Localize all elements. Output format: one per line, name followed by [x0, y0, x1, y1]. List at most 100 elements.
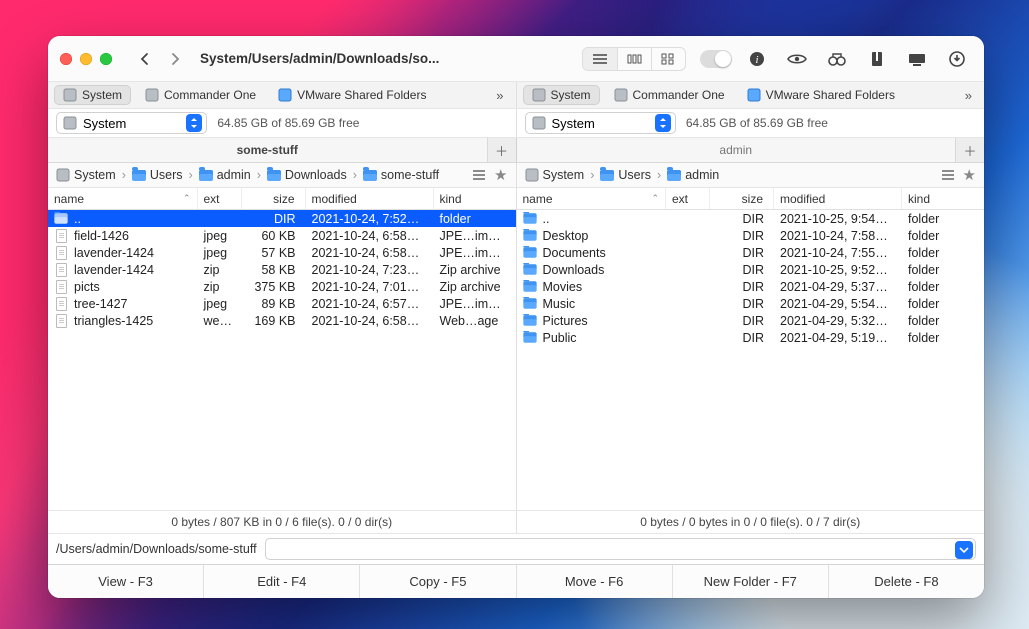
table-row[interactable]: lavender-1424zip58 KB2021-10-24, 7:23…Zi…: [48, 261, 516, 278]
edit-button[interactable]: Edit - F4: [204, 565, 360, 598]
table-row[interactable]: PicturesDIR2021-04-29, 5:32…folder: [517, 312, 985, 329]
file-ext: jpeg: [198, 246, 242, 260]
col-name[interactable]: name⌃: [517, 188, 667, 209]
file-modified: 2021-10-25, 9:54…: [774, 212, 902, 226]
file-modified: 2021-10-24, 7:01…: [306, 280, 434, 294]
col-kind[interactable]: kind: [434, 188, 516, 209]
file-modified: 2021-10-24, 6:58…: [306, 246, 434, 260]
table-row[interactable]: ..DIR2021-10-25, 9:54…folder: [517, 210, 985, 227]
search-button[interactable]: [822, 47, 852, 71]
volume-row: System 64.85 GB of 85.69 GB free System …: [48, 109, 984, 138]
col-size[interactable]: size: [242, 188, 306, 209]
folder-icon: [199, 170, 213, 181]
view-columns-button[interactable]: [617, 48, 651, 70]
col-ext[interactable]: ext: [198, 188, 242, 209]
toolbar-right: i: [582, 47, 972, 71]
favorite-vmware-shared-folders[interactable]: VMware Shared Folders: [270, 86, 434, 104]
breadcrumb-item[interactable]: System: [525, 168, 585, 182]
favorite-commander-one[interactable]: Commander One: [606, 86, 733, 104]
col-name[interactable]: name⌃: [48, 188, 198, 209]
favorite-star-button[interactable]: ★: [494, 166, 507, 184]
favorites-overflow[interactable]: »: [959, 88, 978, 103]
archive-button[interactable]: [862, 47, 892, 71]
brief-mode-button[interactable]: [941, 169, 955, 181]
table-body-right[interactable]: ..DIR2021-10-25, 9:54…folderDesktopDIR20…: [517, 210, 985, 510]
status-right: 0 bytes / 0 bytes in 0 / 0 file(s). 0 / …: [516, 511, 985, 533]
favorite-system[interactable]: System: [523, 85, 600, 105]
view-thumbnails-button[interactable]: [651, 48, 685, 70]
connections-button[interactable]: [902, 47, 932, 71]
table-body-left[interactable]: ..DIR2021-10-24, 7:52…folderfield-1426jp…: [48, 210, 516, 510]
folder-icon: [523, 314, 537, 328]
file-kind: folder: [902, 229, 984, 243]
copy-button[interactable]: Copy - F5: [360, 565, 516, 598]
file-kind: Zip archive: [434, 263, 516, 277]
breadcrumb-item[interactable]: Downloads: [267, 168, 347, 182]
close-window-button[interactable]: [60, 53, 72, 65]
table-row[interactable]: DocumentsDIR2021-10-24, 7:55…folder: [517, 244, 985, 261]
file-size: DIR: [710, 297, 774, 311]
view-list-button[interactable]: [583, 48, 617, 70]
history-dropdown-button[interactable]: [955, 541, 973, 559]
col-mod[interactable]: modified: [774, 188, 902, 209]
volume-dropdown-right[interactable]: System: [525, 112, 676, 134]
minimize-window-button[interactable]: [80, 53, 92, 65]
tab-right[interactable]: admin: [517, 138, 957, 162]
brief-mode-button[interactable]: [472, 169, 486, 181]
table-row[interactable]: MoviesDIR2021-04-29, 5:37…folder: [517, 278, 985, 295]
view-button[interactable]: View - F3: [48, 565, 204, 598]
breadcrumb-item[interactable]: Users: [132, 168, 183, 182]
dual-pane-toggle[interactable]: [700, 50, 732, 68]
table-row[interactable]: pictszip375 KB2021-10-24, 7:01…Zip archi…: [48, 278, 516, 295]
forward-button[interactable]: [162, 47, 188, 71]
file-kind: JPE…image: [434, 246, 516, 260]
move-button[interactable]: Move - F6: [517, 565, 673, 598]
table-row[interactable]: DesktopDIR2021-10-24, 7:58…folder: [517, 227, 985, 244]
favorites-row: System Commander One VMware Shared Folders…: [48, 82, 984, 109]
breadcrumb-item[interactable]: admin: [667, 168, 719, 182]
table-row[interactable]: tree-1427jpeg89 KB2021-10-24, 6:57…JPE…i…: [48, 295, 516, 312]
table-row[interactable]: MusicDIR2021-04-29, 5:54…folder: [517, 295, 985, 312]
file-icon: [54, 246, 68, 260]
info-button[interactable]: i: [742, 47, 772, 71]
back-button[interactable]: [132, 47, 158, 71]
favorite-system[interactable]: System: [54, 85, 131, 105]
breadcrumb-item[interactable]: some-stuff: [363, 168, 439, 182]
delete-button[interactable]: Delete - F8: [829, 565, 984, 598]
tab-left[interactable]: some-stuff: [48, 138, 488, 162]
new-tab-left[interactable]: ＋: [488, 138, 516, 162]
favorite-vmware-shared-folders[interactable]: VMware Shared Folders: [739, 86, 903, 104]
table-row[interactable]: ..DIR2021-10-24, 7:52…folder: [48, 210, 516, 227]
breadcrumb-item[interactable]: admin: [199, 168, 251, 182]
favorite-commander-one[interactable]: Commander One: [137, 86, 264, 104]
quicklook-button[interactable]: [782, 47, 812, 71]
breadcrumb-item[interactable]: Users: [600, 168, 651, 182]
col-mod[interactable]: modified: [306, 188, 434, 209]
file-name: Public: [543, 331, 577, 345]
status-left: 0 bytes / 807 KB in 0 / 6 file(s). 0 / 0…: [48, 511, 516, 533]
favorite-star-button[interactable]: ★: [963, 166, 976, 184]
file-name: Documents: [543, 246, 606, 260]
file-ext: we…: [198, 314, 242, 328]
table-row[interactable]: PublicDIR2021-04-29, 5:19…folder: [517, 329, 985, 346]
table-row[interactable]: lavender-1424jpeg57 KB2021-10-24, 6:58…J…: [48, 244, 516, 261]
queue-button[interactable]: [942, 47, 972, 71]
new-tab-right[interactable]: ＋: [956, 138, 984, 162]
table-row[interactable]: triangles-1425we…169 KB2021-10-24, 6:58……: [48, 312, 516, 329]
favorites-overflow[interactable]: »: [490, 88, 509, 103]
command-input[interactable]: [265, 538, 976, 560]
breadcrumb-item[interactable]: System: [56, 168, 116, 182]
favorites-left: System Commander One VMware Shared Folders…: [48, 82, 516, 108]
col-ext[interactable]: ext: [666, 188, 710, 209]
zoom-window-button[interactable]: [100, 53, 112, 65]
eye-icon: [787, 52, 807, 66]
disk-icon: [614, 88, 628, 102]
newfolder-button[interactable]: New Folder - F7: [673, 565, 829, 598]
file-size: DIR: [710, 263, 774, 277]
table-row[interactable]: DownloadsDIR2021-10-25, 9:52…folder: [517, 261, 985, 278]
file-name: lavender-1424: [74, 246, 154, 260]
volume-dropdown-left[interactable]: System: [56, 112, 207, 134]
col-size[interactable]: size: [710, 188, 774, 209]
table-row[interactable]: field-1426jpeg60 KB2021-10-24, 6:58…JPE……: [48, 227, 516, 244]
col-kind[interactable]: kind: [902, 188, 984, 209]
